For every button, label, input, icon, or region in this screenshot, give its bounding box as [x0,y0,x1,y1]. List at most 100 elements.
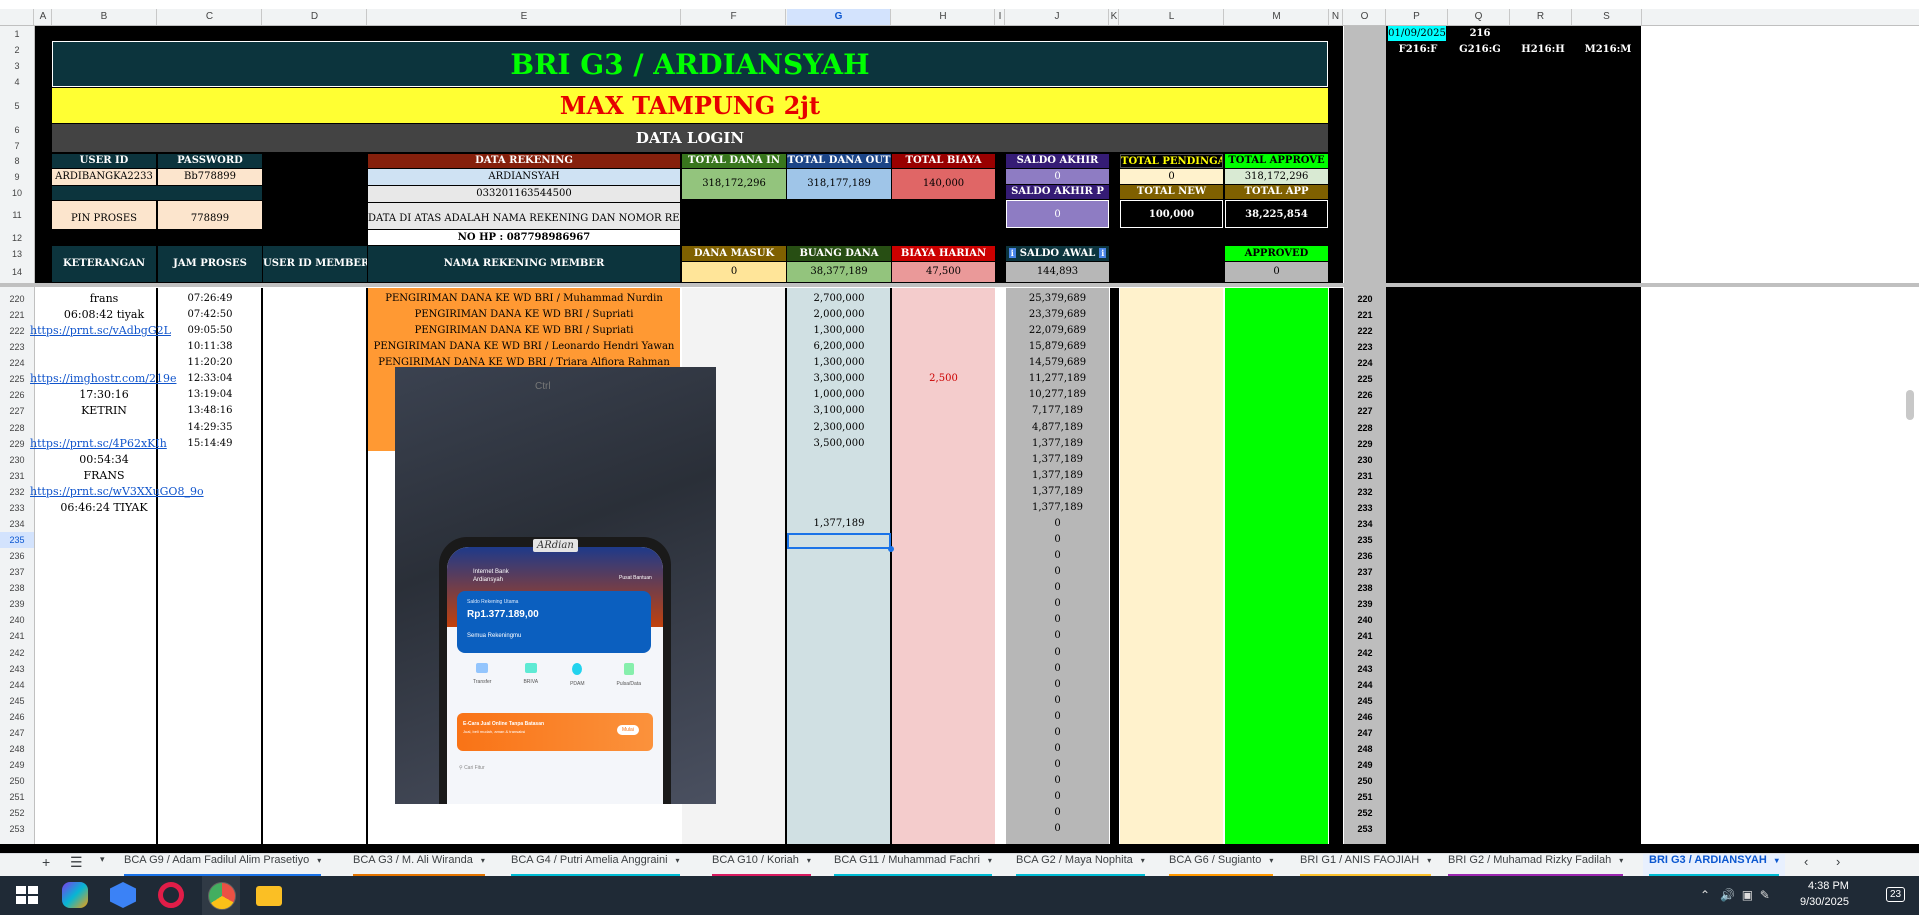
jam-proses-cell[interactable]: 10:11:38 [158,339,262,355]
biaya-harian-cell[interactable] [892,628,995,644]
saldo-awal-cell[interactable]: 0 [1006,789,1109,805]
buang-dana-cell[interactable]: 2,300,000 [787,420,891,436]
user-member-cell[interactable] [263,661,367,677]
tab-menu-icon[interactable]: ▾ [807,856,811,865]
row-number[interactable]: 220 [0,291,34,307]
row-number[interactable]: 243 [0,661,34,677]
jam-proses-cell[interactable] [158,548,262,564]
tab-menu-icon[interactable]: ▾ [1619,856,1623,865]
biaya-harian-cell[interactable] [892,789,995,805]
sheet-tab[interactable]: BCA G10 / Koriah ▾ [706,854,817,876]
fill-handle[interactable] [888,546,894,552]
row-number[interactable]: 5 [0,90,34,122]
jam-proses-cell[interactable]: 13:48:16 [158,403,262,419]
all-sheets-menu-icon[interactable]: ☰ [64,854,89,876]
row-number[interactable]: 252 [0,805,34,821]
sheet-tab[interactable]: BRI G2 / Muhamad Rizky Fadilah ▾ [1442,854,1629,876]
keterangan-cell[interactable]: KETRIN [52,403,156,419]
saldo-awal-cell[interactable]: 25,379,689 [1006,291,1109,307]
scroll-tabs-left-icon[interactable]: ‹ [1798,854,1814,876]
password-value[interactable]: Bb778899 [158,169,262,185]
keterangan-cell[interactable]: 06:46:24 TIYAK [52,500,156,516]
row-number[interactable]: 234 [0,516,34,532]
row-number[interactable]: 225 [0,371,34,387]
row-number[interactable]: 253 [0,821,34,837]
column-header-s[interactable]: S [1572,9,1642,25]
saldo-awal-cell[interactable]: 0 [1006,741,1109,757]
nama-rekening-cell[interactable] [368,821,680,837]
nama-rekening-cell[interactable] [368,805,680,821]
pen-icon[interactable]: ✎ [1760,888,1770,902]
user-member-cell[interactable] [263,452,367,468]
user-member-cell[interactable] [263,355,367,371]
security-app-icon[interactable] [110,882,136,908]
keterangan-cell[interactable] [52,757,156,773]
notification-badge[interactable]: 23 [1886,887,1906,902]
column-header-r[interactable]: R [1510,9,1572,25]
jam-proses-cell[interactable]: 13:19:04 [158,387,262,403]
vertical-scrollbar[interactable] [1906,390,1914,420]
jam-proses-cell[interactable]: 07:26:49 [158,291,262,307]
row-number[interactable]: 241 [0,628,34,644]
saldo-awal-cell[interactable]: 0 [1006,773,1109,789]
row-number[interactable]: 6 [0,122,34,138]
jam-proses-cell[interactable] [158,580,262,596]
jam-proses-cell[interactable] [158,628,262,644]
saldo-awal-cell[interactable]: 1,377,189 [1006,436,1109,452]
keterangan-cell[interactable]: https://prnt.sc/vAdbgG2L [30,323,171,339]
pin-value[interactable]: 778899 [158,201,262,229]
row-number[interactable]: 228 [0,420,34,436]
keterangan-cell[interactable]: frans [52,291,156,307]
keterangan-cell[interactable] [52,661,156,677]
jam-proses-cell[interactable] [158,612,262,628]
keterangan-cell[interactable] [52,420,156,436]
clock-date[interactable]: 9/30/2025 [1800,896,1849,908]
saldo-awal-cell[interactable]: 10,277,189 [1006,387,1109,403]
saldo-awal-cell[interactable]: 0 [1006,805,1109,821]
buang-dana-cell[interactable]: 1,300,000 [787,355,891,371]
saldo-awal-cell[interactable]: 0 [1006,757,1109,773]
buang-dana-cell[interactable] [787,548,891,564]
biaya-harian-cell[interactable] [892,452,995,468]
buang-dana-cell[interactable] [787,645,891,661]
chevron-up-icon[interactable]: ⌃ [1700,888,1710,902]
biaya-harian-cell[interactable] [892,805,995,821]
sheet-tab[interactable]: BCA G9 / Adam Fadilul Alim Prasetiyo ▾ [118,854,327,876]
opera-browser-icon[interactable] [158,882,184,908]
saldo-awal-cell[interactable]: 0 [1006,580,1109,596]
user-member-cell[interactable] [263,468,367,484]
row-number[interactable]: 238 [0,580,34,596]
keterangan-cell[interactable] [52,773,156,789]
spreadsheet[interactable]: ABCDEFGHIJKLMNOPQRS 11223344556677889910… [0,0,1919,844]
row-number[interactable]: 7 [0,138,34,154]
keterangan-cell[interactable] [52,693,156,709]
column-header-p[interactable]: P [1386,9,1448,25]
user-member-cell[interactable] [263,741,367,757]
sheet-tab[interactable]: BRI G1 / ANIS FAOJIAH ▾ [1294,854,1437,876]
buang-dana-cell[interactable] [787,773,891,789]
buang-dana-cell[interactable] [787,468,891,484]
biaya-harian-cell[interactable] [892,387,995,403]
column-header-l[interactable]: L [1120,9,1224,25]
biaya-harian-cell[interactable] [892,291,995,307]
user-member-cell[interactable] [263,371,367,387]
row-number[interactable]: 237 [0,564,34,580]
nama-rekening-cell[interactable]: PENGIRIMAN DANA KE WD BRI / Muhammad Nur… [368,291,680,307]
tab-menu-icon[interactable]: ▾ [1141,856,1145,865]
buang-dana-cell[interactable] [787,725,891,741]
user-member-cell[interactable] [263,677,367,693]
row-number[interactable]: 247 [0,725,34,741]
buang-dana-cell[interactable] [787,564,891,580]
user-member-cell[interactable] [263,307,367,323]
buang-dana-cell[interactable] [787,741,891,757]
user-member-cell[interactable] [263,693,367,709]
jam-proses-cell[interactable] [158,789,262,805]
saldo-awal-cell[interactable]: 15,879,689 [1006,339,1109,355]
row-number[interactable]: 9 [0,169,34,185]
row-number[interactable]: 231 [0,468,34,484]
row-number[interactable]: 230 [0,452,34,468]
biaya-harian-cell[interactable] [892,355,995,371]
column-header-h[interactable]: H [892,9,995,25]
user-member-cell[interactable] [263,564,367,580]
phone-photo[interactable]: Ctrl Internet Bank Ardiansyah Pusat Bant… [395,367,716,804]
